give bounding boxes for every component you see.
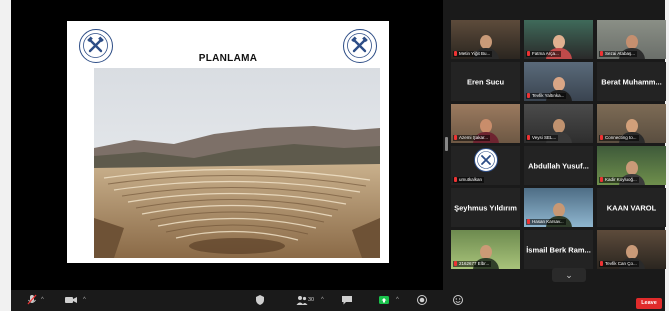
participant-label: Tevfik Can Ço...: [599, 261, 639, 267]
participant-tile[interactable]: Veysi SEL...: [524, 104, 593, 143]
participant-tile[interactable]: KAAN VAROL: [597, 188, 666, 227]
camera-icon: [65, 297, 77, 303]
video-button[interactable]: [64, 294, 78, 306]
participant-label: 2162677 Elbr...: [453, 261, 492, 267]
reactions-button[interactable]: [452, 294, 464, 306]
participant-tile[interactable]: Eren Sucu: [451, 62, 520, 101]
leave-button[interactable]: Leave: [636, 298, 662, 309]
participant-label-text: Tevfik Can Ço...: [605, 261, 637, 266]
share-screen-icon: [379, 296, 389, 304]
security-button[interactable]: [254, 294, 266, 306]
participant-label-text: Veysi SEL...: [532, 135, 557, 140]
microphone-muted-icon: [27, 294, 37, 305]
participant-tile[interactable]: Şeyhmus Yıldırım: [451, 188, 520, 227]
people-icon: [296, 296, 308, 305]
video-options-caret[interactable]: ^: [83, 294, 86, 306]
mute-button[interactable]: [26, 294, 38, 306]
muted-mic-icon: [527, 93, 530, 98]
muted-mic-icon: [600, 135, 603, 140]
audio-options-caret[interactable]: ^: [41, 294, 44, 306]
chat-button[interactable]: [341, 294, 353, 306]
shared-screen-area: PLANLAMA: [11, 0, 443, 290]
participant-label: Hasan Karsav...: [526, 219, 566, 225]
muted-mic-icon: [600, 261, 603, 266]
record-button[interactable]: [416, 294, 428, 306]
open-pit-mine-photo: [94, 68, 380, 258]
participants-button[interactable]: [296, 294, 308, 306]
muted-mic-icon: [527, 219, 530, 224]
participant-label: Azemi Şakar...: [453, 135, 491, 141]
participant-tile[interactable]: Berat Muhamm...: [597, 62, 666, 101]
smiley-icon: [453, 295, 463, 305]
participant-label-text: Fatma Arça...: [532, 51, 559, 56]
muted-mic-icon: [454, 261, 457, 266]
participant-tile[interactable]: Tevfik Can Ço...: [597, 230, 666, 269]
participant-tile[interactable]: 2162677 Elbr...: [451, 230, 520, 269]
university-seal-right: [343, 29, 377, 63]
participant-name: Şeyhmus Yıldırım: [454, 203, 517, 212]
participants-options-caret[interactable]: ^: [321, 294, 324, 306]
participant-name: Berat Muhamm...: [601, 77, 662, 86]
participant-label: Fatma Arça...: [526, 51, 561, 57]
participant-label: Metin Yiğit Bu...: [453, 51, 493, 57]
participant-tile[interactable]: Abdullah Yusuf...: [524, 146, 593, 185]
participant-tile[interactable]: umutkalkan: [451, 146, 520, 185]
split-view-handle[interactable]: [445, 137, 448, 151]
participant-label-text: Connecting to...: [605, 135, 637, 140]
participant-label-text: 2162677 Elbr...: [459, 261, 490, 266]
participant-tile[interactable]: Hasan Karsav...: [524, 188, 593, 227]
participant-label: Kadir Koyluoğ...: [599, 177, 639, 183]
participant-label: Connecting to...: [599, 135, 639, 141]
participant-tile[interactable]: Azemi Şakar...: [451, 104, 520, 143]
participant-gallery: Metin Yiğit Bu... Fatma Arça... Sezai Atab…: [451, 20, 666, 269]
slide-title: PLANLAMA: [198, 53, 258, 64]
chat-bubble-icon: [342, 296, 352, 305]
participant-label: umutkalkan: [453, 177, 485, 183]
participant-label: Tevfik Yaltınka...: [526, 93, 567, 99]
participant-label-text: Azemi Şakar...: [459, 135, 489, 140]
gallery-next-page-button[interactable]: ⌄: [552, 268, 586, 282]
participant-label-text: umutkalkan: [459, 177, 483, 182]
shield-icon: [256, 295, 264, 305]
muted-mic-icon: [527, 135, 530, 140]
participant-label-text: Hasan Karsav...: [532, 219, 564, 224]
participant-tile[interactable]: Sezai Atabaş...: [597, 20, 666, 59]
presentation-slide: PLANLAMA: [67, 21, 389, 263]
participant-tile[interactable]: İsmail Berk Ram...: [524, 230, 593, 269]
participant-tile[interactable]: Metin Yiğit Bu...: [451, 20, 520, 59]
participant-name: Abdullah Yusuf...: [528, 161, 589, 170]
participant-label: Veysi SEL...: [526, 135, 559, 141]
meeting-window: PLANLAMA Metin Yiğit Bu... Fatma Arça...…: [11, 0, 666, 311]
participant-tile[interactable]: Tevfik Yaltınka...: [524, 62, 593, 101]
participant-name: İsmail Berk Ram...: [526, 245, 591, 254]
participant-label-text: Metin Yiğit Bu...: [459, 51, 491, 56]
muted-mic-icon: [527, 51, 530, 56]
participant-name: Eren Sucu: [466, 77, 505, 86]
participant-label-text: Tevfik Yaltınka...: [532, 93, 565, 98]
share-options-caret[interactable]: ^: [396, 294, 399, 306]
muted-mic-icon: [600, 51, 603, 56]
participant-label-text: Sezai Atabaş...: [605, 51, 636, 56]
participant-tile[interactable]: Connecting to...: [597, 104, 666, 143]
participant-tile[interactable]: Fatma Arça...: [524, 20, 593, 59]
muted-mic-icon: [454, 135, 457, 140]
share-screen-button[interactable]: [378, 294, 390, 306]
muted-mic-icon: [454, 177, 457, 182]
meeting-toolbar: ^ ^ 30 ^ ^ Leave: [11, 290, 665, 311]
university-seal-avatar: [474, 148, 498, 172]
participant-label-text: Kadir Koyluoğ...: [605, 177, 637, 182]
participant-name: KAAN VAROL: [606, 203, 657, 212]
record-icon: [417, 295, 427, 305]
muted-mic-icon: [600, 177, 603, 182]
participants-count: 30: [308, 297, 315, 303]
participant-tile[interactable]: Kadir Koyluoğ...: [597, 146, 666, 185]
muted-mic-icon: [454, 51, 457, 56]
participant-label: Sezai Atabaş...: [599, 51, 638, 57]
